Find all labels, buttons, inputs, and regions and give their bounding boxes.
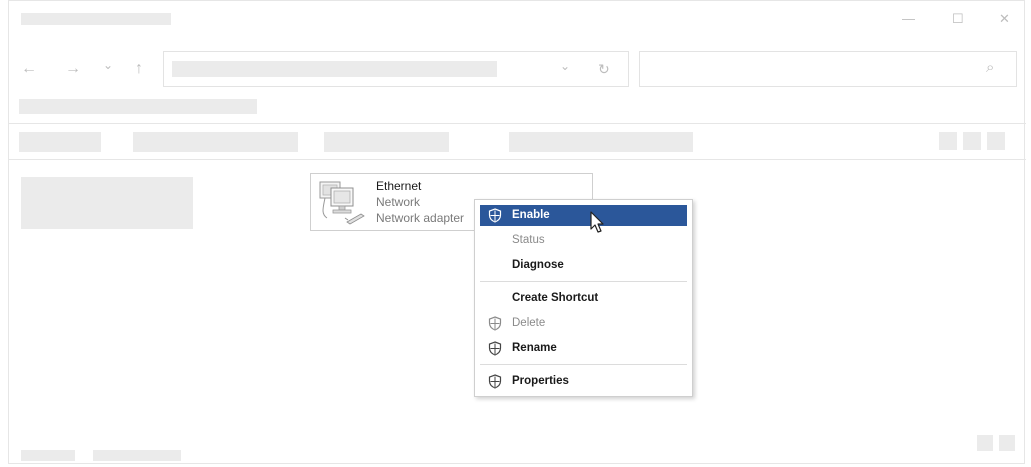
mouse-cursor-icon — [590, 211, 604, 233]
status-placeholder-2 — [93, 450, 181, 461]
divider — [9, 159, 1026, 160]
forward-icon[interactable]: → — [65, 61, 81, 77]
command-placeholder-2[interactable] — [133, 132, 298, 152]
menu-item-create-shortcut[interactable]: Create Shortcut — [480, 288, 687, 309]
divider — [9, 123, 1026, 124]
menu-item-label: Create Shortcut — [512, 292, 599, 304]
status-view-toggle-2[interactable] — [999, 435, 1015, 451]
menu-item-label: Status — [512, 234, 545, 246]
maximize-icon[interactable]: ☐ — [952, 11, 964, 27]
shield-icon — [488, 208, 502, 223]
menu-separator — [480, 281, 687, 282]
menu-item-delete[interactable]: Delete — [480, 313, 687, 334]
search-box[interactable]: ⌕ — [639, 51, 1017, 87]
menu-item-properties[interactable]: Properties — [480, 371, 687, 392]
back-icon[interactable]: ← — [21, 61, 37, 77]
shield-icon — [488, 316, 502, 331]
context-menu: Enable Status Diagnose Create Shortcut D… — [474, 199, 693, 397]
command-placeholder-1[interactable] — [19, 132, 101, 152]
item-type: Network — [376, 195, 421, 209]
shield-icon — [488, 341, 502, 356]
menu-item-enable[interactable]: Enable — [480, 205, 687, 226]
address-dropdown-icon[interactable]: ⌄ — [560, 58, 570, 74]
search-icon: ⌕ — [986, 59, 995, 76]
view-toggle-3[interactable] — [987, 132, 1005, 150]
navigation-pane-placeholder — [21, 177, 193, 229]
menu-item-rename[interactable]: Rename — [480, 338, 687, 359]
menu-item-label: Delete — [512, 317, 546, 329]
status-view-toggle-1[interactable] — [977, 435, 993, 451]
view-toggle-1[interactable] — [939, 132, 957, 150]
item-name: Ethernet — [376, 179, 422, 193]
address-bar[interactable]: ⌄ ↻ — [163, 51, 629, 87]
menu-item-label: Diagnose — [512, 259, 564, 271]
command-placeholder-3[interactable] — [324, 132, 449, 152]
item-device: Network adapter — [376, 211, 465, 225]
refresh-icon[interactable]: ↻ — [598, 61, 610, 77]
menu-item-label: Rename — [512, 342, 557, 354]
network-adapter-icon — [319, 181, 365, 225]
up-icon[interactable]: ↑ — [135, 61, 143, 77]
shield-icon — [488, 374, 502, 389]
menu-item-label: Enable — [512, 209, 550, 221]
status-placeholder-1 — [21, 450, 75, 461]
menu-item-diagnose[interactable]: Diagnose — [480, 255, 687, 276]
view-toggle-2[interactable] — [963, 132, 981, 150]
close-icon[interactable]: ✕ — [999, 11, 1010, 27]
command-placeholder-4[interactable] — [509, 132, 693, 152]
menu-item-label: Properties — [512, 375, 569, 387]
recent-locations-icon[interactable]: ⌄ — [103, 57, 113, 73]
menu-separator — [480, 364, 687, 365]
menu-item-status[interactable]: Status — [480, 230, 687, 251]
breadcrumb-placeholder — [19, 99, 257, 114]
address-path-placeholder — [172, 61, 497, 77]
window-title-placeholder — [21, 13, 171, 25]
minimize-icon[interactable]: — — [902, 11, 915, 27]
